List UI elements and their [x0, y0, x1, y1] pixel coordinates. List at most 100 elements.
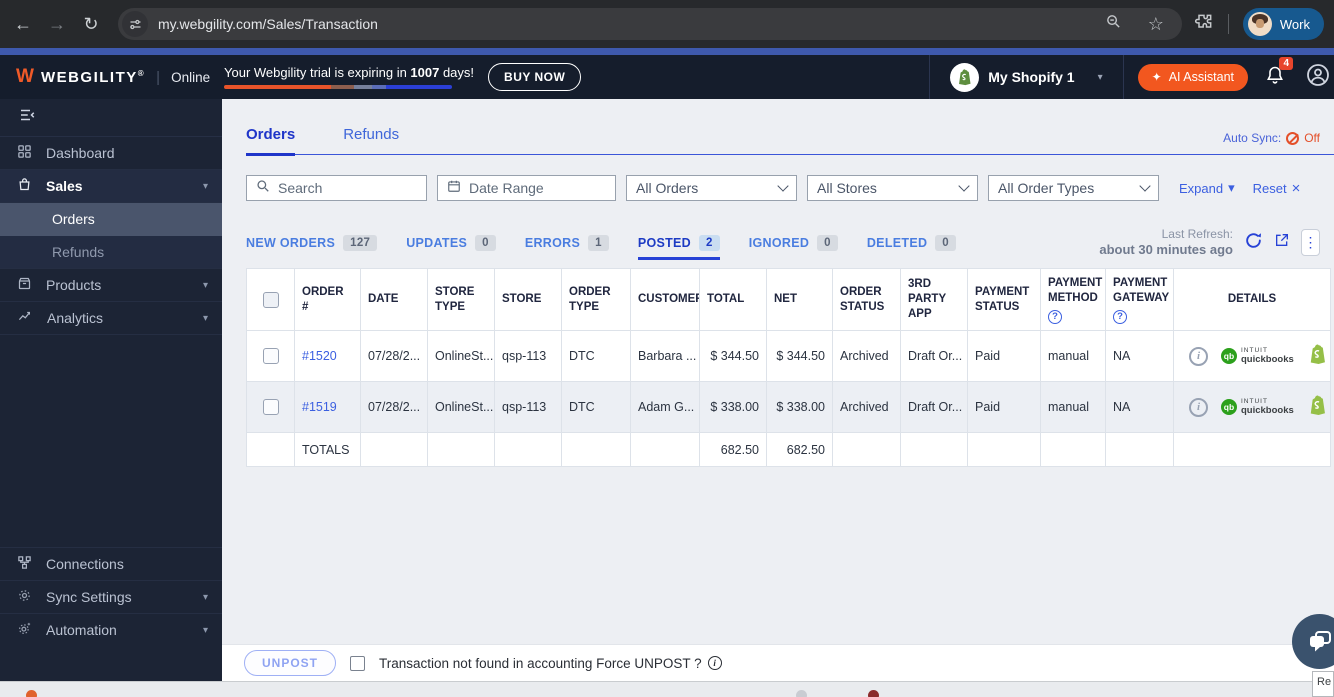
chevron-down-icon: ▾: [202, 180, 208, 192]
reset-filters-link[interactable]: Reset ×: [1253, 180, 1301, 197]
chevron-down-icon: ▾: [202, 624, 208, 636]
table-row: #1519 07/28/2... OnlineSt... qsp-113 DTC…: [246, 381, 1331, 434]
zoom-icon[interactable]: [1105, 13, 1122, 35]
info-icon[interactable]: i: [1189, 346, 1208, 366]
auto-sync-status: Off: [1304, 131, 1320, 145]
browser-reload-button[interactable]: ↻: [76, 9, 106, 39]
trial-progress-bar: [224, 85, 452, 89]
force-unpost-checkbox[interactable]: [350, 655, 366, 671]
help-icon[interactable]: ?: [1048, 309, 1062, 324]
cell-payment-method: manual: [1040, 381, 1106, 434]
sidebar-collapse-icon[interactable]: [18, 106, 36, 129]
row-checkbox[interactable]: [262, 348, 279, 365]
search-input[interactable]: [278, 180, 417, 196]
all-stores-select[interactable]: All Stores: [807, 175, 978, 201]
status-tab-new-orders[interactable]: NEW ORDERS 127: [246, 235, 378, 260]
col-order-number: ORDER #: [294, 268, 361, 332]
sidebar-item-orders[interactable]: Orders: [0, 203, 222, 236]
trial-banner: Your Webgility trial is expiring in 1007…: [224, 65, 474, 89]
help-icon[interactable]: ?: [1113, 309, 1127, 324]
search-field[interactable]: [246, 175, 427, 201]
totals-total: 682.50: [699, 432, 767, 468]
cell-store-type: OnlineSt...: [427, 381, 495, 434]
status-tab-deleted[interactable]: DELETED 0: [867, 235, 956, 260]
sparkle-icon: ✦: [1151, 70, 1162, 84]
force-unpost-label: Transaction not found in accounting Forc…: [379, 656, 722, 671]
sidebar-item-automation[interactable]: Automation ▾: [0, 613, 222, 646]
browser-profile-button[interactable]: Work: [1242, 8, 1324, 40]
order-number-link[interactable]: #1519: [302, 400, 337, 414]
store-selector-dropdown[interactable]: My Shopify 1 ▾: [930, 55, 1122, 99]
last-refresh-text: Last Refresh: about 30 minutes ago: [1099, 227, 1233, 257]
order-number-link[interactable]: #1520: [302, 349, 337, 363]
address-bar[interactable]: my.webgility.com/Sales/Transaction ☆: [118, 8, 1182, 40]
all-order-types-select[interactable]: All Order Types: [988, 175, 1159, 201]
status-tab-posted[interactable]: POSTED 2: [637, 235, 720, 261]
cell-order-type: DTC: [561, 330, 631, 383]
extensions-puzzle-icon[interactable]: [1194, 12, 1214, 37]
expand-filters-link[interactable]: Expand ▾: [1179, 180, 1235, 196]
cell-order-type: DTC: [561, 381, 631, 434]
sidebar-item-dashboard[interactable]: Dashboard: [0, 137, 222, 170]
sidebar-item-analytics[interactable]: Analytics ▾: [0, 302, 222, 335]
tab-refunds[interactable]: Refunds: [343, 126, 399, 154]
cell-date: 07/28/2...: [360, 381, 428, 434]
sidebar-item-refunds[interactable]: Refunds: [0, 236, 222, 269]
buy-now-button[interactable]: BUY NOW: [488, 63, 582, 91]
bookmark-star-icon[interactable]: ☆: [1148, 14, 1164, 35]
notifications-bell-icon[interactable]: 4: [1265, 56, 1293, 91]
sidebar-item-sales[interactable]: Sales ▾: [0, 170, 222, 203]
unpost-button[interactable]: UNPOST: [244, 650, 337, 676]
status-tab-updates[interactable]: UPDATES 0: [406, 235, 496, 260]
col-payment-status: PAYMENT STATUS: [967, 268, 1041, 332]
url-text[interactable]: my.webgility.com/Sales/Transaction: [158, 16, 1095, 32]
chevron-down-icon: [1139, 180, 1151, 192]
corner-popup: Re: [1312, 671, 1334, 697]
status-tab-errors[interactable]: ERRORS 1: [525, 235, 609, 260]
connections-network-icon: [17, 555, 32, 573]
row-checkbox[interactable]: [262, 399, 279, 416]
date-range-input[interactable]: [469, 180, 606, 196]
status-tab-ignored[interactable]: IGNORED 0: [749, 235, 838, 260]
col-customer: CUSTOMER: [630, 268, 700, 332]
browser-forward-button[interactable]: →: [42, 9, 72, 39]
analytics-chart-icon: [17, 309, 33, 327]
select-all-checkbox[interactable]: [262, 291, 279, 308]
trial-text: Your Webgility trial is expiring in 1007…: [224, 65, 475, 80]
info-icon[interactable]: i: [1189, 397, 1208, 417]
export-icon[interactable]: [1274, 232, 1290, 253]
sales-bag-icon: [17, 177, 32, 195]
auto-sync-indicator[interactable]: Auto Sync: Off: [1223, 131, 1320, 145]
gear-sparkle-icon: [17, 621, 32, 639]
more-options-kebab[interactable]: ⋮: [1301, 229, 1320, 257]
bulk-action-bar: UNPOST Transaction not found in accounti…: [222, 644, 1334, 681]
tab-orders[interactable]: Orders: [246, 126, 296, 156]
info-icon[interactable]: i: [707, 656, 722, 670]
taskbar-icon: [26, 690, 37, 697]
page-tabs: Orders Refunds: [246, 126, 1334, 156]
ai-assistant-button[interactable]: ✦ AI Assistant: [1137, 63, 1248, 91]
all-orders-select[interactable]: All Orders: [626, 175, 797, 201]
status-tab-bar: NEW ORDERS 127 UPDATES 0 ERRORS 1 POSTED…: [246, 227, 1320, 261]
count-badge: 0: [475, 235, 496, 252]
sidebar-item-connections[interactable]: Connections: [0, 547, 222, 580]
chevron-down-icon: ▾: [202, 279, 208, 291]
webgility-logo[interactable]: W WEBGILITY® | Online: [0, 66, 222, 88]
sidebar-item-products[interactable]: Products ▾: [0, 269, 222, 302]
cell-3rd-party-app: Draft Or...: [900, 381, 968, 434]
browser-back-button[interactable]: ←: [8, 9, 38, 39]
date-range-field[interactable]: [437, 175, 616, 201]
cell-total: $ 338.00: [699, 381, 767, 434]
main-content: Orders Refunds Auto Sync: Off Search Dat…: [222, 99, 1334, 697]
gear-icon: [17, 588, 32, 606]
totals-net: 682.50: [766, 432, 833, 468]
totals-row: TOTALS 682.50 682.50: [246, 432, 1331, 468]
site-settings-icon[interactable]: [122, 11, 148, 37]
col-payment-gateway: PAYMENT GATEWAY?: [1105, 268, 1174, 332]
sidebar-item-sync-settings[interactable]: Sync Settings ▾: [0, 580, 222, 613]
refresh-icon[interactable]: [1244, 231, 1263, 255]
chevron-down-icon: ▾: [1228, 180, 1235, 195]
cell-order-status: Archived: [832, 330, 901, 383]
store-name: My Shopify 1: [988, 69, 1075, 85]
user-profile-icon[interactable]: [1306, 63, 1330, 92]
